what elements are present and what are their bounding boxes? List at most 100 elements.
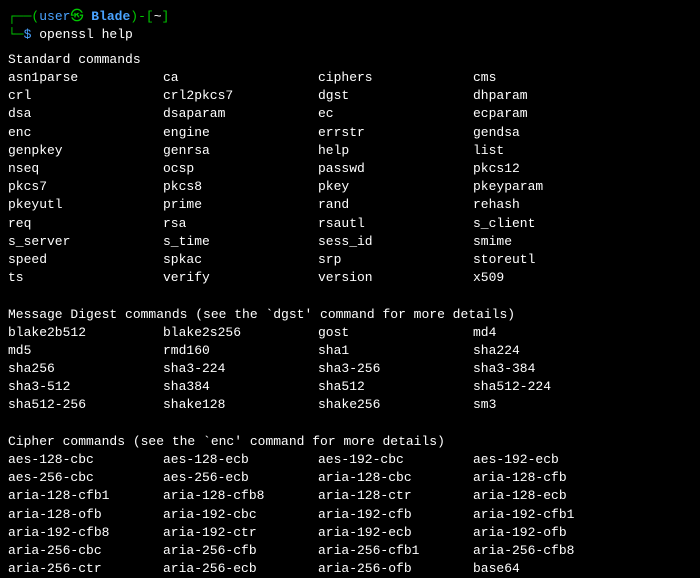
table-row: sha256sha3-224sha3-256sha3-384	[8, 360, 692, 378]
command-name: blake2s256	[163, 324, 318, 342]
prompt-bracket: ]	[162, 9, 170, 24]
command-name: sha3-224	[163, 360, 318, 378]
command-name: genpkey	[8, 142, 163, 160]
section-title-cipher: Cipher commands (see the `enc' command f…	[8, 433, 692, 451]
command-name: sm3	[473, 396, 628, 414]
command-name: ec	[318, 105, 473, 123]
command-name: aria-192-ofb	[473, 524, 628, 542]
command-name: verify	[163, 269, 318, 287]
command-name: aria-256-ofb	[318, 560, 473, 578]
command-name: sha384	[163, 378, 318, 396]
prompt-line-1: ┌──(user㉿ Blade)-[~]	[8, 8, 692, 26]
command-name: md5	[8, 342, 163, 360]
command-name: pkeyparam	[473, 178, 628, 196]
command-name: sha224	[473, 342, 628, 360]
table-row: tsverifyversionx509	[8, 269, 692, 287]
prompt-path: ~	[154, 9, 162, 24]
table-row: sha512-256shake128shake256sm3	[8, 396, 692, 414]
command-name: aria-256-cfb1	[318, 542, 473, 560]
table-row: aria-256-cbcaria-256-cfbaria-256-cfb1ari…	[8, 542, 692, 560]
command-name: ocsp	[163, 160, 318, 178]
table-row: nseqocsppasswdpkcs12	[8, 160, 692, 178]
command-name: aria-128-ctr	[318, 487, 473, 505]
command-name: aria-256-ecb	[163, 560, 318, 578]
command-name: pkeyutl	[8, 196, 163, 214]
command-name: dsaparam	[163, 105, 318, 123]
table-row: aria-128-ofbaria-192-cbcaria-192-cfbaria…	[8, 506, 692, 524]
command-name: crl	[8, 87, 163, 105]
table-row: genpkeygenrsahelplist	[8, 142, 692, 160]
command-name: aria-128-ecb	[473, 487, 628, 505]
command-input[interactable]: openssl help	[31, 27, 132, 42]
command-name: aes-192-cbc	[318, 451, 473, 469]
command-name: md4	[473, 324, 628, 342]
command-name: dsa	[8, 105, 163, 123]
command-name: sha3-256	[318, 360, 473, 378]
command-name: s_client	[473, 215, 628, 233]
digest-commands-table: blake2b512blake2s256gostmd4md5rmd160sha1…	[8, 324, 692, 415]
command-name: aria-192-cfb8	[8, 524, 163, 542]
table-row: reqrsarsautls_client	[8, 215, 692, 233]
command-name: sha512-224	[473, 378, 628, 396]
command-name: aria-192-ctr	[163, 524, 318, 542]
command-name: sess_id	[318, 233, 473, 251]
command-name: req	[8, 215, 163, 233]
command-name: shake128	[163, 396, 318, 414]
command-name: aes-192-ecb	[473, 451, 628, 469]
table-row: md5rmd160sha1sha224	[8, 342, 692, 360]
table-row: sha3-512sha384sha512sha512-224	[8, 378, 692, 396]
command-name: gendsa	[473, 124, 628, 142]
command-name: aria-192-cfb	[318, 506, 473, 524]
command-name: aes-256-cbc	[8, 469, 163, 487]
command-name: version	[318, 269, 473, 287]
prompt-at: ㉿	[70, 9, 83, 24]
command-name: smime	[473, 233, 628, 251]
command-name: aria-128-ofb	[8, 506, 163, 524]
command-name: srp	[318, 251, 473, 269]
command-name: sha3-384	[473, 360, 628, 378]
command-name: crl2pkcs7	[163, 87, 318, 105]
command-name: help	[318, 142, 473, 160]
command-name: ciphers	[318, 69, 473, 87]
table-row: s_servers_timesess_idsmime	[8, 233, 692, 251]
prompt-host: Blade	[83, 9, 130, 24]
table-row: dsadsaparamececparam	[8, 105, 692, 123]
command-name: aes-256-ecb	[163, 469, 318, 487]
prompt-user: user	[39, 9, 70, 24]
command-name: aria-256-cbc	[8, 542, 163, 560]
table-row: pkeyutlprimerandrehash	[8, 196, 692, 214]
command-name: aria-192-cfb1	[473, 506, 628, 524]
command-name: storeutl	[473, 251, 628, 269]
command-name: cms	[473, 69, 628, 87]
table-row: aria-128-cfb1aria-128-cfb8aria-128-ctrar…	[8, 487, 692, 505]
command-name: s_server	[8, 233, 163, 251]
command-name: aria-256-ctr	[8, 560, 163, 578]
table-row: aes-256-cbcaes-256-ecbaria-128-cbcaria-1…	[8, 469, 692, 487]
section-title-digest: Message Digest commands (see the `dgst' …	[8, 306, 692, 324]
command-name: dgst	[318, 87, 473, 105]
prompt-line-2[interactable]: └─$ openssl help	[8, 26, 692, 44]
command-name: sha512	[318, 378, 473, 396]
section-title-standard: Standard commands	[8, 51, 692, 69]
command-name: asn1parse	[8, 69, 163, 87]
command-name: x509	[473, 269, 628, 287]
command-name: aria-128-cfb8	[163, 487, 318, 505]
command-name: enc	[8, 124, 163, 142]
table-row: asn1parsecacipherscms	[8, 69, 692, 87]
command-name: list	[473, 142, 628, 160]
command-name: errstr	[318, 124, 473, 142]
command-name: pkcs12	[473, 160, 628, 178]
command-name: engine	[163, 124, 318, 142]
table-row: crlcrl2pkcs7dgstdhparam	[8, 87, 692, 105]
command-name: passwd	[318, 160, 473, 178]
command-name: speed	[8, 251, 163, 269]
command-name: base64	[473, 560, 628, 578]
command-name: genrsa	[163, 142, 318, 160]
table-row: aria-256-ctraria-256-ecbaria-256-ofbbase…	[8, 560, 692, 578]
command-name: aria-256-cfb	[163, 542, 318, 560]
table-row: encengineerrstrgendsa	[8, 124, 692, 142]
table-row: speedspkacsrpstoreutl	[8, 251, 692, 269]
cipher-commands-table: aes-128-cbcaes-128-ecbaes-192-cbcaes-192…	[8, 451, 692, 578]
command-name: sha1	[318, 342, 473, 360]
command-name: aria-128-cfb	[473, 469, 628, 487]
